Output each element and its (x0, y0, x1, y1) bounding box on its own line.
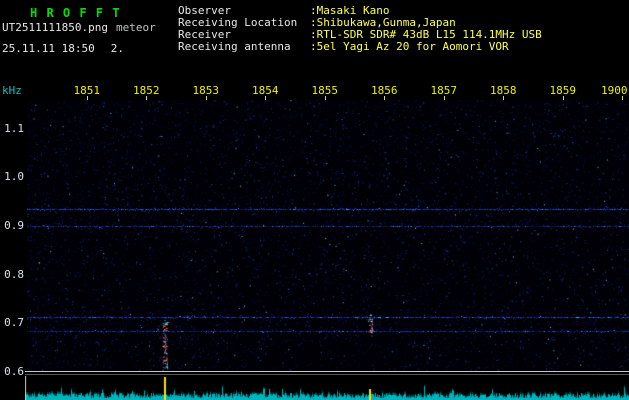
freq-axis-label: 0.6 (4, 365, 24, 378)
time-axis-label: 1856 (371, 84, 398, 97)
freq-axis-label: 0.9 (4, 219, 24, 233)
observation-name: meteor (115, 21, 156, 34)
time-axis-label: 1851 (73, 84, 101, 97)
time-axis-label: 1854 (252, 84, 279, 97)
file-line: UT2511111850.png meteor (2, 21, 156, 34)
time-axis-label: 1855 (311, 84, 339, 97)
freq-unit-label: kHz (2, 84, 22, 97)
counter-label: 2. (110, 42, 124, 55)
info-value: :5el Yagi Az 20 for Aomori VOR (310, 40, 509, 53)
time-axis-label: 1900 (601, 84, 628, 97)
freq-axis-label: 1.0 (4, 170, 24, 184)
freq-axis-label: 1.1 (4, 121, 24, 135)
freq-axis-label: 0.8 (4, 267, 24, 281)
datetime-label: 25.11.11 18:50 (2, 42, 95, 55)
separator-line-dim (25, 374, 629, 375)
station-info-row-antenna: Receiving antenna :5el Yagi Az 20 for Aom… (178, 41, 542, 53)
station-info: Observer:Masaki Kano Receiving Location:… (178, 5, 542, 53)
separator-line-bright (25, 371, 629, 372)
hrofft-window: H R O F F T UT2511111850.png meteor 25.11… (0, 0, 629, 400)
time-axis-label: 1859 (549, 84, 577, 97)
info-label: Receiving antenna (178, 40, 291, 53)
spectrogram-canvas (27, 100, 629, 371)
time-axis-label: 1857 (430, 84, 458, 97)
date-line: 25.11.11 18:50 2. (2, 42, 124, 55)
output-filename: UT2511111850.png (2, 21, 108, 34)
freq-axis-label: 0.7 (4, 316, 24, 330)
app-title: H R O F F T (30, 6, 121, 20)
time-axis-label: 1853 (192, 84, 220, 97)
signal-level-strip-canvas (25, 376, 629, 400)
time-axis-label: 1852 (133, 84, 160, 97)
time-axis-label: 1858 (490, 84, 517, 97)
